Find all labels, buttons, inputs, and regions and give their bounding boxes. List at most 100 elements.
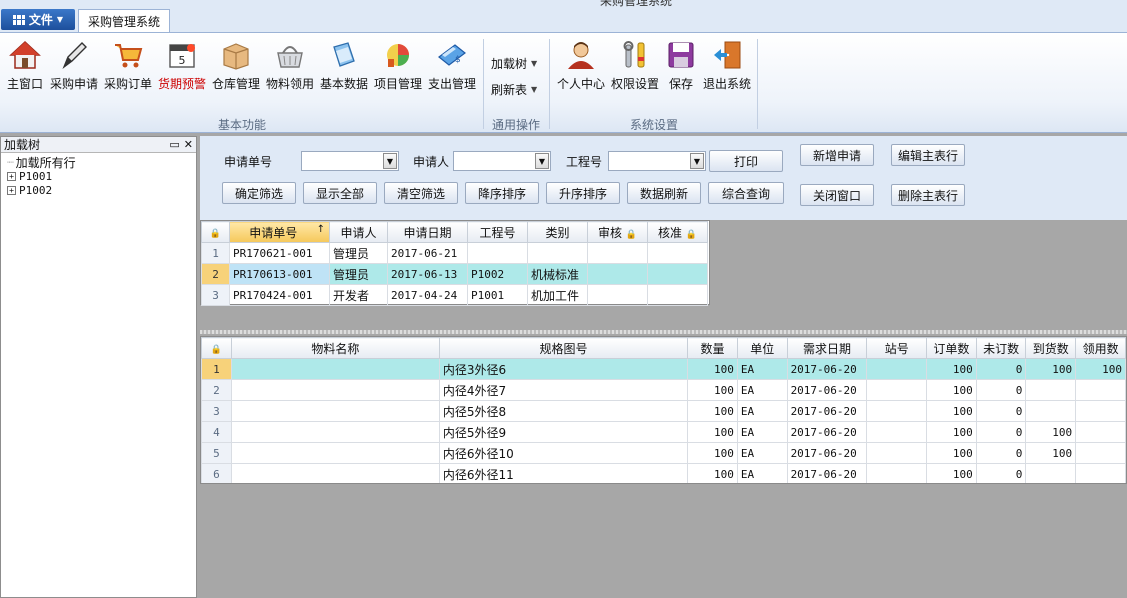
user-icon (568, 42, 594, 69)
lock-icon: 🔒 (201, 337, 232, 359)
svg-text:$: $ (455, 55, 461, 65)
project-no-combo[interactable]: ▼ (608, 151, 706, 171)
table-row[interactable]: 3 内径5外径8 100 EA 2017-06-20 100 0 (201, 400, 1126, 422)
table-row[interactable]: 6 内径6外径11 100 EA 2017-06-20 100 0 (201, 463, 1126, 483)
ribbon-separator (483, 39, 484, 129)
master-grid: 🔒 申请单号 ↑ 申请人 申请日期 工程号 类别 审核 🔒 核准 🔒 1 PR1… (200, 220, 710, 306)
close-window-button[interactable]: 关闭窗口 (800, 184, 874, 206)
permissions-button[interactable]: 权限设置 (609, 39, 661, 95)
chevron-down-icon: ▼ (56, 15, 64, 24)
tree-panel-header: 加载树 ▭ ✕ (1, 137, 196, 153)
tree-item-all[interactable]: ┈ 加载所有行 (7, 155, 196, 170)
tree-item-p1001[interactable]: + P1001 (7, 169, 196, 183)
save-button[interactable]: 保存 (663, 39, 699, 95)
table-row[interactable]: 2 内径4外径7 100 EA 2017-06-20 100 0 (201, 379, 1126, 401)
floppy-disk-icon (668, 42, 694, 68)
table-row[interactable]: 1 PR170621-001 管理员 2017-06-21 (201, 242, 708, 264)
pen-icon (62, 42, 87, 70)
main-window-button[interactable]: 主窗口 (5, 39, 45, 95)
show-all-button[interactable]: 显示全部 (303, 182, 377, 204)
query-button[interactable]: 综合查询 (708, 182, 784, 204)
book-icon (333, 42, 355, 67)
sort-asc-button[interactable]: 升序排序 (546, 182, 620, 204)
column-header[interactable]: 工程号 (467, 221, 528, 243)
title-bar: 采购管理系统 (0, 0, 1127, 8)
basic-data-button[interactable]: 基本数据 (318, 39, 370, 95)
lock-icon: 🔒 (685, 229, 698, 240)
box-icon (223, 43, 249, 70)
refresh-data-button[interactable]: 数据刷新 (627, 182, 701, 204)
expand-icon[interactable]: + (7, 171, 16, 181)
request-no-label: 申请单号 (224, 155, 273, 169)
expense-button[interactable]: $ 支出管理 (426, 39, 478, 95)
purchase-order-button[interactable]: 采购订单 (102, 39, 154, 95)
load-tree-button[interactable]: 加载树 ▼ (491, 55, 537, 72)
warehouse-button[interactable]: 仓库管理 (210, 39, 262, 95)
table-row[interactable]: 5 内径6外径10 100 EA 2017-06-20 100 0 100 (201, 442, 1126, 464)
exit-system-button[interactable]: 退出系统 (701, 39, 753, 95)
column-header[interactable]: 物料名称 (230, 337, 440, 359)
purchase-request-button[interactable]: 采购申请 (48, 39, 100, 95)
grid-splitter[interactable] (200, 330, 1127, 334)
chevron-down-icon[interactable]: ▼ (383, 153, 397, 169)
column-header[interactable]: 订单数 (926, 337, 977, 359)
column-header[interactable]: 申请日期 (387, 221, 468, 243)
refresh-table-button[interactable]: 刷新表 ▼ (491, 81, 537, 98)
new-request-button[interactable]: 新增申请 (800, 144, 874, 166)
column-header[interactable]: 数量 (687, 337, 738, 359)
tab-row: 文件 ▼ 采购管理系统 (0, 8, 1127, 33)
project-no-label: 工程号 (566, 155, 603, 169)
column-header[interactable]: 申请单号 ↑ (229, 221, 330, 243)
column-header[interactable]: 到货数 (1025, 337, 1077, 359)
table-row[interactable]: 4 内径5外径9 100 EA 2017-06-20 100 0 100 (201, 421, 1126, 443)
column-header[interactable]: 单位 (736, 337, 788, 359)
column-header[interactable]: 未订数 (975, 337, 1027, 359)
delivery-warning-button[interactable]: 5 货期预警 (156, 39, 208, 95)
table-row[interactable]: 1 内径3外径6 100 EA 2017-06-20 100 0 100 100 (201, 358, 1126, 380)
ribbon-separator (757, 39, 758, 129)
basket-icon (277, 46, 303, 68)
pie-chart-icon (387, 44, 409, 67)
material-pick-button[interactable]: 物料领用 (264, 39, 316, 95)
chevron-down-icon[interactable]: ▼ (535, 153, 549, 169)
svg-text:5: 5 (179, 54, 186, 67)
request-no-combo[interactable]: ▼ (301, 151, 399, 171)
wrench-icon (623, 41, 645, 68)
file-menu-button[interactable]: 文件 ▼ (1, 9, 75, 30)
pin-icon[interactable]: ▭ (169, 138, 179, 151)
clear-filter-button[interactable]: 清空筛选 (384, 182, 458, 204)
home-icon (9, 40, 41, 69)
column-header[interactable]: 站号 (866, 337, 927, 359)
confirm-filter-button[interactable]: 确定筛选 (222, 182, 296, 204)
column-header[interactable]: 类别 (527, 221, 588, 243)
project-button[interactable]: 项目管理 (372, 39, 424, 95)
chevron-down-icon[interactable]: ▼ (690, 153, 704, 169)
tree-item-p1002[interactable]: + P1002 (7, 183, 196, 197)
cart-icon (115, 44, 143, 68)
delete-main-row-button[interactable]: 删除主表行 (891, 184, 965, 206)
ribbon: 主窗口 采购申请 采购订单 5 货期预警 仓库管理 物料领用 基本数据 项目管理… (0, 32, 1127, 133)
grid-icon (12, 14, 25, 25)
ribbon-separator (549, 39, 550, 129)
table-row[interactable]: 2 PR170613-001 管理员 2017-06-13 P1002 机械标准 (201, 263, 708, 285)
chevron-down-icon: ▼ (531, 59, 538, 68)
close-icon[interactable]: ✕ (184, 138, 193, 151)
tab-purchase-system[interactable]: 采购管理系统 (78, 9, 170, 33)
applicant-combo[interactable]: ▼ (453, 151, 551, 171)
edit-main-row-button[interactable]: 编辑主表行 (891, 144, 965, 166)
master-header-row: 🔒 申请单号 ↑ 申请人 申请日期 工程号 类别 审核 🔒 核准 🔒 (201, 221, 708, 243)
ribbon-group-system: 系统设置 (630, 118, 679, 132)
column-header[interactable]: 规格图号 (438, 337, 689, 359)
column-header[interactable]: 审核 🔒 (587, 221, 648, 243)
file-menu-label: 文件 (28, 13, 53, 27)
expand-icon[interactable]: + (7, 185, 16, 195)
column-header[interactable]: 核准 🔒 (647, 221, 708, 243)
column-header[interactable]: 需求日期 (786, 337, 868, 359)
print-button[interactable]: 打印 (709, 150, 783, 172)
table-row[interactable]: 3 PR170424-001 开发者 2017-04-24 P1001 机加工件 (201, 284, 708, 306)
sort-desc-button[interactable]: 降序排序 (465, 182, 539, 204)
column-header[interactable]: 领用数 (1075, 337, 1126, 359)
column-header[interactable]: 申请人 (329, 221, 388, 243)
card-icon: $ (438, 44, 466, 66)
personal-center-button[interactable]: 个人中心 (555, 39, 607, 95)
